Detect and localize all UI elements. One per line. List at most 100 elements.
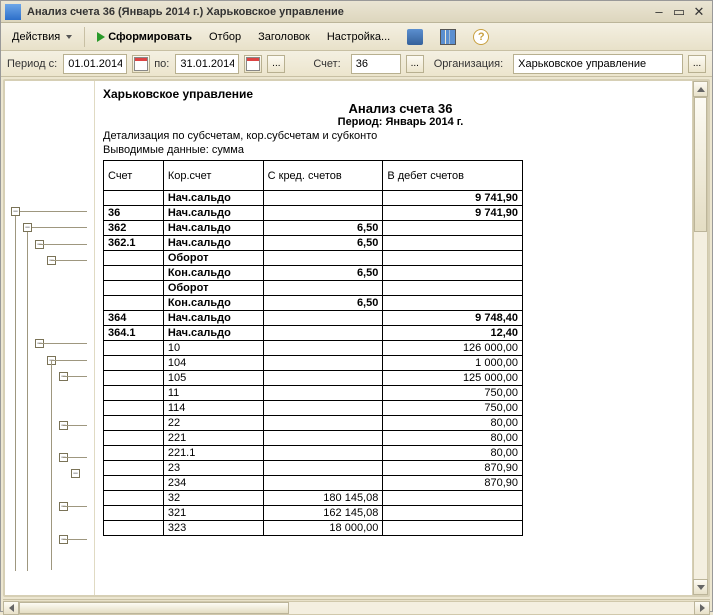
org-label: Организация: [434,58,503,70]
chevron-up-icon [697,87,705,92]
outline-node[interactable]: − [71,469,80,478]
table-row[interactable]: 1041 000,00 [104,356,523,371]
table-row[interactable]: Кон.сальдо6,50 [104,296,523,311]
table-row[interactable]: Оборот [104,281,523,296]
chart-button[interactable] [433,25,463,49]
org-picker-button[interactable]: ... [688,55,706,73]
cell: 126 000,00 [383,341,523,356]
cell [104,191,164,206]
period-to-input[interactable] [176,55,238,73]
table-row[interactable]: 11750,00 [104,386,523,401]
table-row[interactable]: 22180,00 [104,431,523,446]
maximize-button[interactable]: ▭ [670,4,688,20]
help-button[interactable]: ? [466,25,496,49]
table-row[interactable]: Кон.сальдо6,50 [104,266,523,281]
period-from-field[interactable] [63,54,127,74]
scroll-thumb[interactable] [694,97,707,232]
minimize-button[interactable]: – [650,4,668,20]
cell: 104 [163,356,263,371]
table-row[interactable]: 364Нач.сальдо9 748,40 [104,311,523,326]
account-picker-button[interactable]: ... [406,55,424,73]
table-row[interactable]: 36Нач.сальдо9 741,90 [104,206,523,221]
settings-button[interactable]: Настройка... [320,27,397,47]
cell [104,386,164,401]
table-row[interactable]: 105125 000,00 [104,371,523,386]
cell [263,386,383,401]
account-input[interactable] [352,55,400,73]
cell [263,341,383,356]
table-row[interactable]: 221.180,00 [104,446,523,461]
org-field[interactable] [513,54,683,74]
scroll-left-button[interactable] [3,601,19,615]
cell [104,296,164,311]
account-field[interactable] [351,54,401,74]
table-row[interactable]: 234870,90 [104,476,523,491]
report-detail: Детализация по субсчетам, кор.субсчетам … [103,130,698,142]
table-row[interactable]: Нач.сальдо9 741,90 [104,191,523,206]
cell [383,506,523,521]
org-input[interactable] [514,55,682,73]
scroll-track[interactable] [693,97,708,579]
cell [263,191,383,206]
header-button[interactable]: Заголовок [251,27,317,47]
report-table: Счет Кор.счет С кред. счетов В дебет сче… [103,160,523,536]
table-row[interactable]: 10126 000,00 [104,341,523,356]
scroll-down-button[interactable] [693,579,708,595]
scroll-track-h[interactable] [19,601,694,615]
scroll-right-button[interactable] [694,601,710,615]
report-document[interactable]: Харьковское управление Анализ счета 36 П… [95,81,708,595]
filter-label: Отбор [209,31,241,43]
save-button[interactable] [400,25,430,49]
table-row[interactable]: 364.1Нач.сальдо12,40 [104,326,523,341]
table-row[interactable]: 23870,90 [104,461,523,476]
outline-node[interactable]: − [23,223,32,232]
table-row[interactable]: Оборот [104,251,523,266]
chevron-left-icon [9,604,14,612]
close-button[interactable]: ✕ [690,4,708,20]
col-credit: С кред. счетов [263,161,383,191]
outline-node[interactable]: − [11,207,20,216]
cell: 12,40 [383,326,523,341]
scroll-up-button[interactable] [693,81,708,97]
table-row[interactable]: 362Нач.сальдо6,50 [104,221,523,236]
table-row[interactable]: 32180 145,08 [104,491,523,506]
cell: 80,00 [383,446,523,461]
cell [263,251,383,266]
table-row[interactable]: 2280,00 [104,416,523,431]
run-button[interactable]: Сформировать [90,27,199,47]
vertical-scrollbar[interactable] [692,81,708,595]
cell: Нач.сальдо [163,326,263,341]
period-to-calendar[interactable] [244,55,262,73]
cell: 36 [104,206,164,221]
period-to-field[interactable] [175,54,239,74]
cell: 6,50 [263,266,383,281]
col-account: Счет [104,161,164,191]
cell: 18 000,00 [263,521,383,536]
cell [383,266,523,281]
horizontal-scrollbar[interactable] [3,599,710,615]
period-picker-button[interactable]: ... [267,55,285,73]
cell [104,266,164,281]
period-from-label: Период с: [7,58,57,70]
cell [263,326,383,341]
filter-button[interactable]: Отбор [202,27,248,47]
help-icon: ? [473,29,489,45]
actions-menu[interactable]: Действия [5,27,79,47]
cell: 22 [163,416,263,431]
cell: Нач.сальдо [163,206,263,221]
table-row[interactable]: 32318 000,00 [104,521,523,536]
period-from-calendar[interactable] [132,55,150,73]
settings-label: Настройка... [327,31,390,43]
cell: 23 [163,461,263,476]
cell: 80,00 [383,431,523,446]
table-row[interactable]: 362.1Нач.сальдо6,50 [104,236,523,251]
table-row[interactable]: 114750,00 [104,401,523,416]
period-from-input[interactable] [64,55,126,73]
cell [104,251,164,266]
outline-pane[interactable]: − − − − − − − − − − − − [5,81,95,595]
cell [383,281,523,296]
cell: 9 748,40 [383,311,523,326]
cell: 32 [163,491,263,506]
table-header-row: Счет Кор.счет С кред. счетов В дебет сче… [104,161,523,191]
table-row[interactable]: 321162 145,08 [104,506,523,521]
